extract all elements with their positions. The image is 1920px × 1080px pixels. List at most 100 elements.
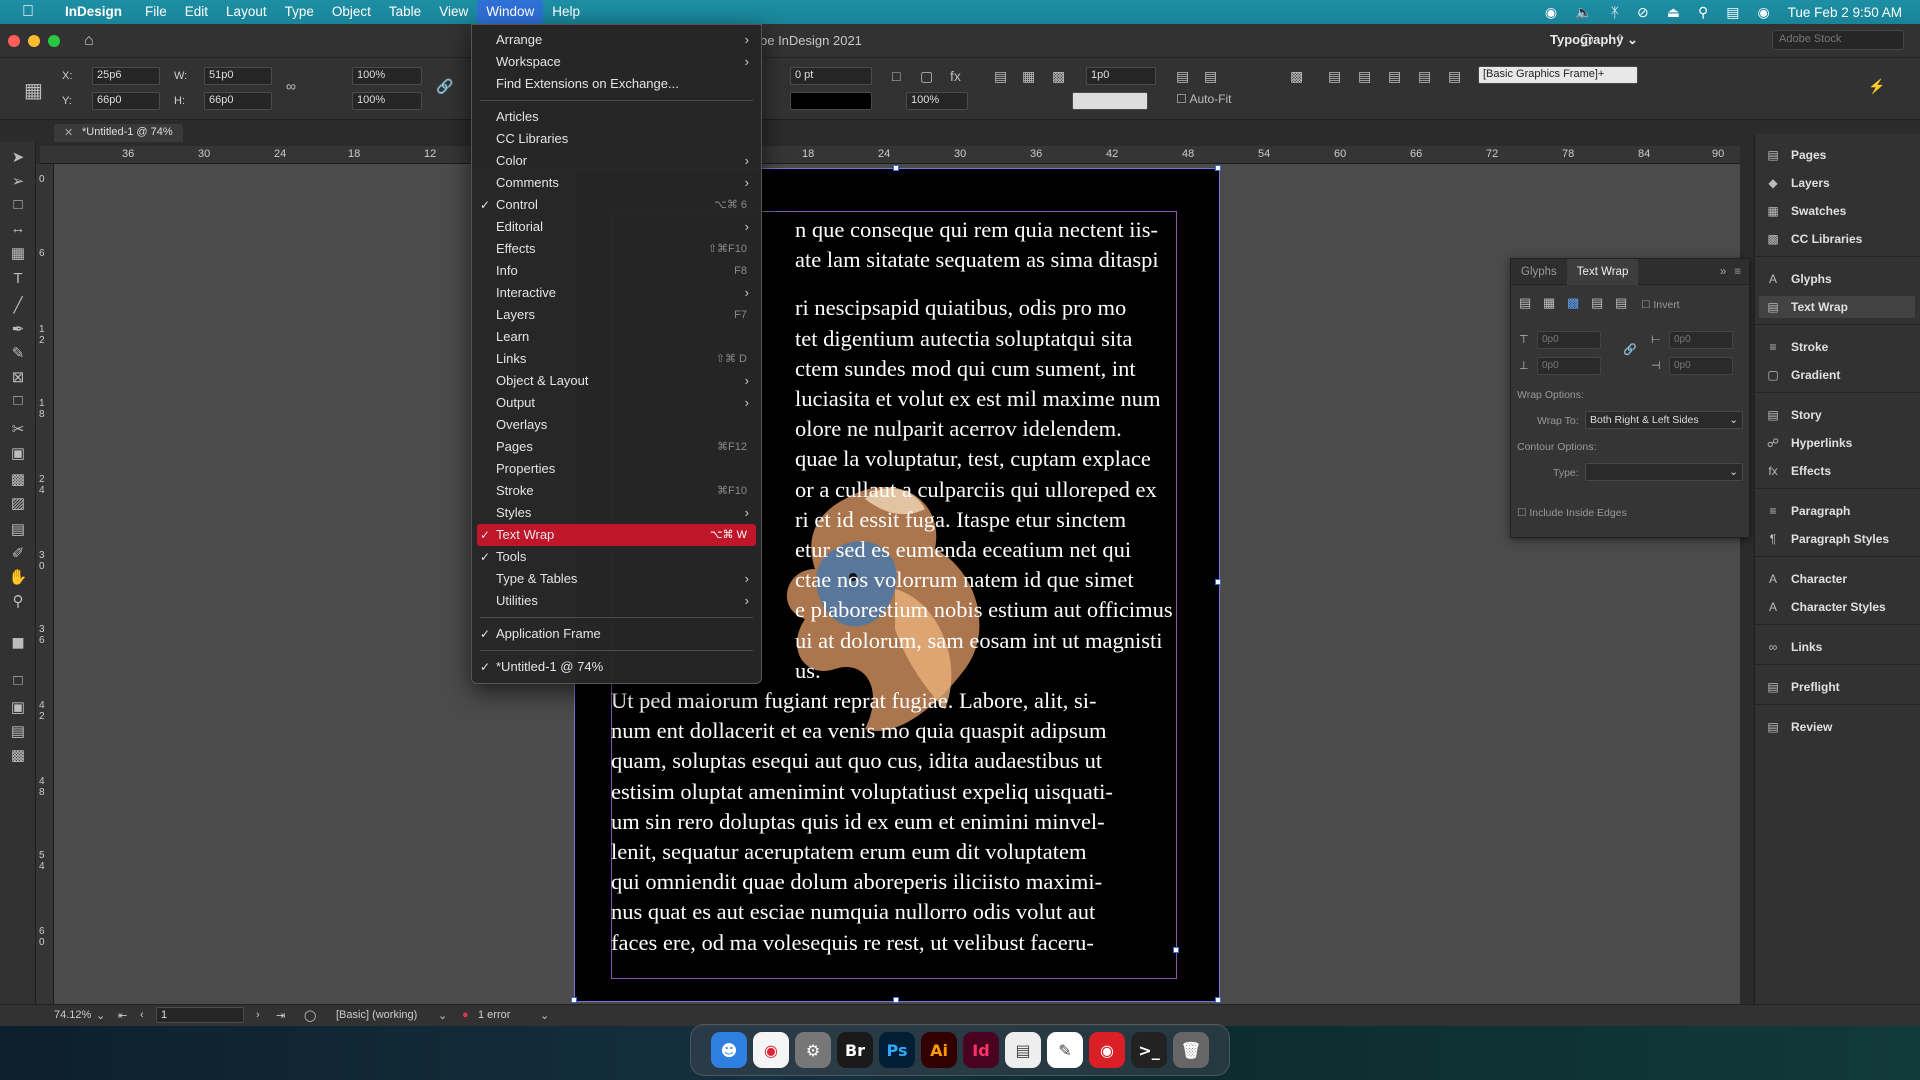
last-page-icon[interactable]: ⇥ [276,1009,285,1022]
creative-cloud-icon[interactable]: ◉ [1545,4,1557,21]
wifi-off-icon[interactable]: ⊘ [1637,4,1649,21]
next-page-icon[interactable]: › [256,1009,260,1021]
fx-icon[interactable]: fx [950,68,961,84]
wrap-bounding-icon[interactable]: ▦ [1022,68,1035,85]
content-collector-icon[interactable]: ▦ [8,244,28,262]
panel-paragraph-styles[interactable]: ¶ Paragraph Styles [1765,528,1889,550]
panel-collapse-icon[interactable]: » [1720,266,1734,278]
menu-item-type-tables[interactable]: Type & Tables › [472,568,761,590]
menu-item-articles[interactable]: Articles [472,106,761,128]
stroke-type-select[interactable] [790,92,872,110]
frame-handle[interactable] [893,997,899,1003]
menu-item-overlays[interactable]: Overlays [472,414,761,436]
wrap-to-select[interactable]: Both Right & Left Sides ⌄ [1585,411,1743,429]
constrain-scale-icon[interactable]: 🔗 [436,78,453,95]
constrain-proportions-icon[interactable]: ∞ [286,78,296,94]
frame-icon[interactable]: ▢ [920,68,933,85]
include-inside-edges-checkbox[interactable]: ☐ Include Inside Edges [1517,507,1627,519]
menu-item-learn[interactable]: Learn [472,326,761,348]
photoshop-icon[interactable]: Ps [879,1032,915,1068]
page-number-field[interactable]: 1 [156,1007,244,1023]
menu-item-object-layout[interactable]: Object & Layout › [472,370,761,392]
menu-item-effects[interactable]: Effects ⇧⌘F10 [472,238,761,260]
trash-icon[interactable]: 🗑 [1173,1032,1209,1068]
rectangle-frame-tool-icon[interactable]: ⊠ [8,368,28,386]
siri-icon[interactable]: ◉ [1757,4,1769,21]
bridge-icon[interactable]: Br [837,1032,873,1068]
right-offset-field[interactable]: 0p0 [1669,357,1733,375]
menu-item-output[interactable]: Output › [472,392,761,414]
tab-text-wrap[interactable]: Text Wrap [1566,258,1639,285]
menu-layout[interactable]: Layout [217,0,276,24]
menu-item-find-extensions[interactable]: Find Extensions on Exchange... [472,73,761,95]
jump-next-column-icon[interactable]: ▤ [1615,295,1627,311]
panel-stroke[interactable]: ≡ Stroke [1765,336,1828,358]
zoom-level[interactable]: 74.12% [54,1009,91,1021]
panel-character-styles[interactable]: A Character Styles [1765,596,1886,618]
panel-review[interactable]: ▤ Review [1765,716,1832,738]
menu-item-application-frame[interactable]: ✓ Application Frame [472,623,761,645]
menu-item-editorial[interactable]: Editorial › [472,216,761,238]
minimize-window-icon[interactable] [28,34,40,47]
panel-story[interactable]: ▤ Story [1765,404,1821,426]
gradient-swatch-tool-icon[interactable]: ▩ [8,470,28,488]
volume-icon[interactable]: 🔈 [1575,4,1592,21]
x-position-field[interactable]: 25p6 [92,67,160,85]
lightning-icon[interactable]: ⚡ [1868,78,1885,95]
menu-item-tools[interactable]: ✓ Tools [472,546,761,568]
gap-field[interactable]: 1p0 [1086,67,1156,85]
distribute-icon[interactable]: ▩ [1290,68,1303,85]
bluetooth-icon[interactable]: ᛡ [1611,4,1619,20]
zoom-tool-icon[interactable]: ⚲ [8,592,28,610]
finder-icon[interactable]: ☻ [711,1032,747,1068]
y-position-field[interactable]: 66p0 [92,92,160,110]
scale-x-field[interactable]: 100% [352,67,422,85]
chevron-down-icon[interactable]: ⌄ [540,1009,549,1022]
wrap-shape-icon[interactable]: ▩ [1052,68,1065,85]
menu-item-color[interactable]: Color › [472,150,761,172]
pencil-tool-icon[interactable]: ✎ [8,344,28,362]
document-tab[interactable]: ✕ *Untitled-1 @ 74% [54,124,183,142]
align-left-icon[interactable]: ▤ [1176,68,1189,85]
panel-links[interactable]: ∞ Links [1765,636,1823,658]
indesign-icon[interactable]: Id [963,1032,999,1068]
text-wrap-none-icon[interactable]: ▤ [994,68,1007,85]
previous-page-icon[interactable]: ‹ [140,1009,144,1021]
creative-cloud-icon[interactable]: ◉ [1089,1032,1125,1068]
note-tool-icon[interactable]: ▤ [8,520,28,538]
panel-character[interactable]: A Character [1765,568,1847,590]
menu-item-document-window[interactable]: ✓ *Untitled-1 @ 74% [472,656,761,678]
preflight-profile[interactable]: [Basic] (working) [336,1009,417,1021]
top-offset-field[interactable]: 0p0 [1537,331,1601,349]
menu-item-links[interactable]: Links ⇧⌘ D [472,348,761,370]
menu-item-interactive[interactable]: Interactive › [472,282,761,304]
menu-item-pages[interactable]: Pages ⌘F12 [472,436,761,458]
line-tool-icon[interactable]: ╱ [8,296,28,314]
menu-item-workspace[interactable]: Workspace › [472,51,761,73]
pasteboard[interactable]: n que conseque qui rem quia nectent iis-… [54,164,1740,1018]
stroke-weight-field[interactable]: 0 pt [790,67,872,85]
search-icon[interactable]: ⚲ [1698,4,1708,21]
width-field[interactable]: 51p0 [204,67,272,85]
reference-point-icon[interactable]: ▦ [24,78,43,103]
terminal-icon[interactable]: >_ [1131,1032,1167,1068]
menu-item-comments[interactable]: Comments › [472,172,761,194]
left-offset-field[interactable]: 0p0 [1669,331,1733,349]
frame-handle[interactable] [571,997,577,1003]
close-window-icon[interactable] [8,34,20,47]
panel-preflight[interactable]: ▤ Preflight [1765,676,1839,698]
first-page-icon[interactable]: ⇤ [118,1009,127,1022]
menu-view[interactable]: View [430,0,477,24]
panel-gradient[interactable]: ▢ Gradient [1765,364,1840,386]
tab-glyphs[interactable]: Glyphs [1511,259,1567,285]
panel-paragraph[interactable]: ≡ Paragraph [1765,500,1850,522]
bottom-offset-field[interactable]: 0p0 [1537,357,1601,375]
fill-icon[interactable]: □ [892,68,900,84]
menu-item-control[interactable]: ✓ Control ⌥⌘ 6 [472,194,761,216]
object-style-select[interactable]: [Basic Graphics Frame]+ [1478,66,1638,84]
adobe-stock-search[interactable]: Adobe Stock [1772,30,1904,50]
clock[interactable]: Tue Feb 2 9:50 AM [1788,5,1902,20]
gap-tool-icon[interactable]: ↔ [8,220,28,237]
panel-layers[interactable]: ◆ Layers [1765,172,1829,194]
menu-window[interactable]: Window [477,0,544,24]
